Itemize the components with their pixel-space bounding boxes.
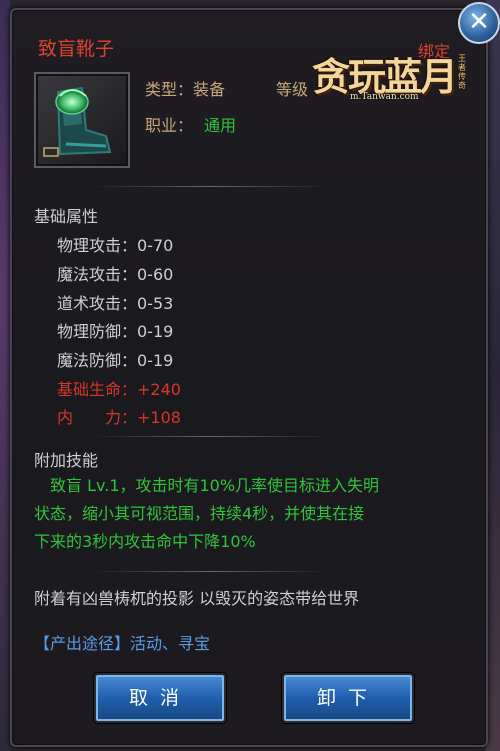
- background-left-strip: [0, 0, 10, 751]
- stat-base-hp: 基础生命：+240: [57, 380, 181, 399]
- background-right-strip: [486, 0, 500, 751]
- boots-icon: [43, 86, 112, 157]
- logo-url: m.Tanwan.com: [350, 92, 419, 102]
- divider: [90, 186, 330, 187]
- skill-description: 致盲 Lv.1，攻击时有10%几率使目标进入失明 状态，缩小其可视范围，持续4秒…: [34, 472, 474, 556]
- divider: [90, 436, 330, 437]
- stat-taoist-attack: 道术攻击：0-53: [57, 294, 174, 313]
- stat-magic-attack: 魔法攻击：0-60: [57, 265, 174, 284]
- divider: [90, 571, 330, 572]
- item-class-value: 通用: [204, 116, 237, 135]
- game-logo: 贪玩蓝月 m.Tanwan.com 王者传奇: [306, 44, 476, 114]
- stat-magic-defense: 魔法防御：0-19: [57, 351, 174, 370]
- skill-line: 状态，缩小其可视范围，持续4秒，并使其在接: [34, 504, 365, 523]
- flavor-text: 附着有凶兽梼杌的投影 以毁灭的姿态带给世界: [34, 589, 360, 608]
- item-level-label: 等级: [276, 80, 309, 99]
- stat-physical-defense: 物理防御：0-19: [57, 322, 174, 341]
- base-stats-title: 基础属性: [34, 207, 99, 226]
- close-button[interactable]: ✕: [458, 2, 500, 44]
- skills-title: 附加技能: [34, 451, 99, 470]
- logo-side-text: 王者传奇: [458, 54, 466, 90]
- item-type: 类型：装备: [145, 80, 226, 99]
- cancel-button[interactable]: 取消: [94, 673, 226, 723]
- item-source: 【产出途径】活动、寻宝: [34, 634, 211, 653]
- skill-line: 致盲 Lv.1，攻击时有10%几率使目标进入失明: [34, 476, 380, 495]
- stat-physical-attack: 物理攻击：0-70: [57, 236, 174, 255]
- skill-line: 下来的3秒内攻击命中下降10%: [34, 532, 256, 551]
- item-name: 致盲靴子: [38, 38, 115, 60]
- item-icon-slot: [34, 72, 130, 168]
- item-class-label: 职业：: [145, 116, 194, 135]
- unequip-button[interactable]: 卸下: [282, 673, 414, 723]
- stat-internal-power: 内 力：+108: [57, 408, 181, 427]
